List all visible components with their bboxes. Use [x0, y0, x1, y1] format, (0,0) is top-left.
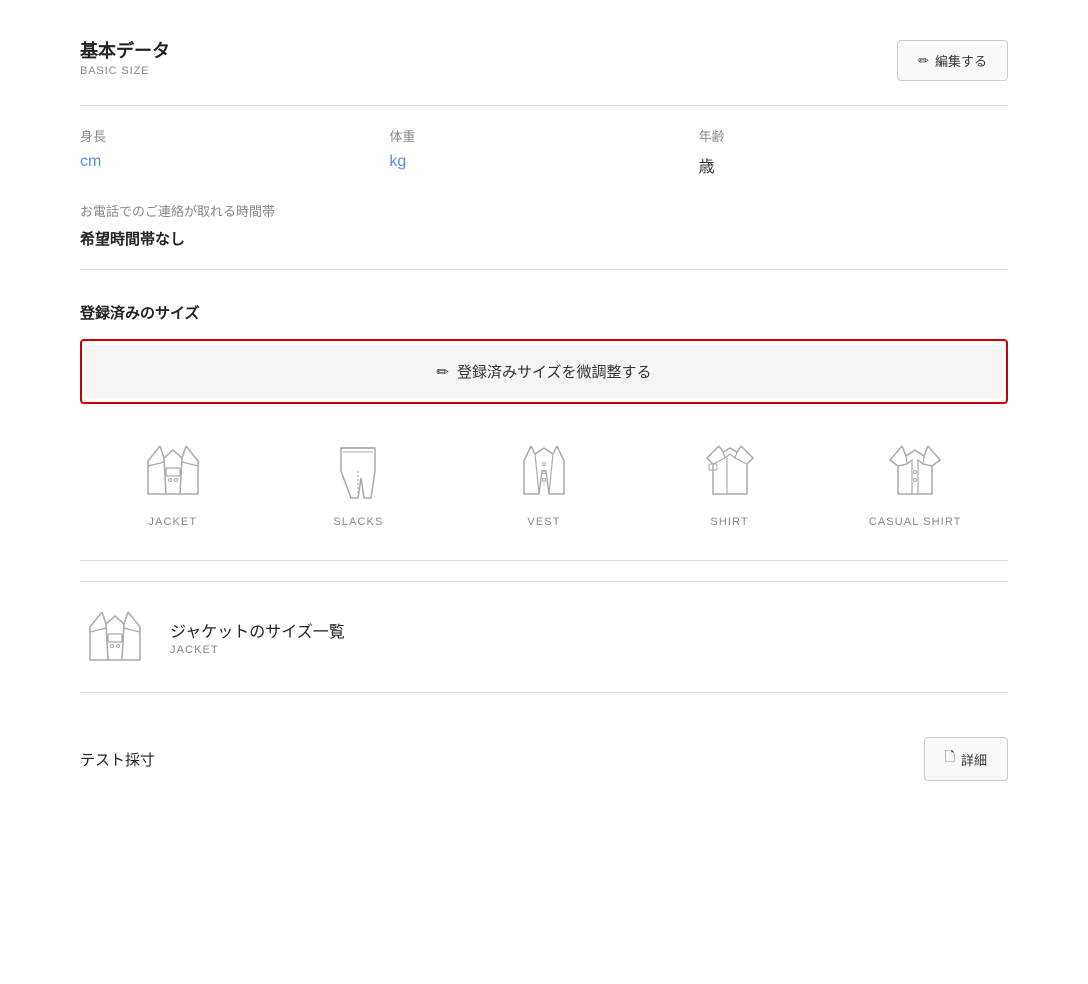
- shirt-icon: [695, 436, 765, 506]
- basic-data-header: 基本データ BASIC SIZE ✏ 編集する: [80, 40, 1008, 81]
- casual-shirt-icon: [880, 436, 950, 506]
- detail-button[interactable]: 🗋 詳細: [924, 737, 1008, 781]
- weight-field: 体重 kg: [389, 126, 698, 177]
- basic-data-title-jp: 基本データ: [80, 40, 170, 63]
- basic-data-titles: 基本データ BASIC SIZE: [80, 40, 170, 77]
- divider-1: [80, 105, 1008, 106]
- registered-section: 登録済みのサイズ ✏ 登録済みサイズを微調整する: [80, 302, 1008, 528]
- document-icon: 🗋: [945, 748, 955, 770]
- casual-shirt-label: CASUAL SHIRT: [869, 516, 962, 528]
- jacket-list-text: ジャケットのサイズ一覧 JACKET: [170, 618, 345, 656]
- adjust-button-wrapper: ✏ 登録済みサイズを微調整する: [80, 339, 1008, 404]
- jacket-list-title-jp: ジャケットのサイズ一覧: [170, 618, 345, 642]
- edit-button[interactable]: ✏ 編集する: [897, 40, 1008, 81]
- jacket-icon: [138, 436, 208, 506]
- jacket-list-icon: [80, 602, 150, 672]
- divider-3: [80, 560, 1008, 561]
- registered-title: 登録済みのサイズ: [80, 302, 1008, 323]
- basic-data-title-en: BASIC SIZE: [80, 65, 170, 77]
- slacks-label: SLACKS: [333, 516, 383, 528]
- adjust-button-label: 登録済みサイズを微調整する: [457, 361, 652, 382]
- phone-time-section: お電話でのご連絡が取れる時間帯 希望時間帯なし: [80, 201, 1008, 249]
- age-label: 年齢: [699, 126, 1008, 145]
- clothing-item-vest[interactable]: VEST: [451, 436, 637, 528]
- adjust-pencil-icon: ✏: [436, 363, 449, 381]
- clothing-icons-row: JACKET SLACKS: [80, 436, 1008, 528]
- adjust-button[interactable]: ✏ 登録済みサイズを微調整する: [86, 345, 1002, 398]
- detail-button-label: 詳細: [961, 750, 987, 769]
- clothing-item-shirt[interactable]: SHIRT: [637, 436, 823, 528]
- clothing-item-casual-shirt[interactable]: CASUAL SHIRT: [822, 436, 1008, 528]
- basic-fields-row: 身長 cm 体重 kg 年齢 歳: [80, 126, 1008, 177]
- phone-time-value: 希望時間帯なし: [80, 228, 1008, 249]
- clothing-item-jacket[interactable]: JACKET: [80, 436, 266, 528]
- clothing-item-slacks[interactable]: SLACKS: [266, 436, 452, 528]
- shirt-label: SHIRT: [710, 516, 748, 528]
- pencil-icon: ✏: [918, 53, 929, 69]
- jacket-list-section[interactable]: ジャケットのサイズ一覧 JACKET: [80, 581, 1008, 693]
- bottom-section: テスト採寸 🗋 詳細: [80, 717, 1008, 801]
- bottom-label: テスト採寸: [80, 749, 155, 770]
- age-field: 年齢 歳: [699, 126, 1008, 177]
- slacks-icon: [323, 436, 393, 506]
- edit-button-label: 編集する: [935, 51, 987, 70]
- age-value: 歳: [699, 153, 1008, 177]
- vest-label: VEST: [527, 516, 560, 528]
- page-container: 基本データ BASIC SIZE ✏ 編集する 身長 cm 体重 kg 年齢 歳…: [0, 0, 1088, 841]
- height-label: 身長: [80, 126, 389, 145]
- phone-time-label: お電話でのご連絡が取れる時間帯: [80, 201, 1008, 220]
- divider-2: [80, 269, 1008, 270]
- height-value: cm: [80, 153, 389, 171]
- jacket-label: JACKET: [148, 516, 197, 528]
- weight-label: 体重: [389, 126, 698, 145]
- vest-icon: [509, 436, 579, 506]
- weight-value: kg: [389, 153, 698, 171]
- height-field: 身長 cm: [80, 126, 389, 177]
- jacket-list-title-en: JACKET: [170, 644, 345, 656]
